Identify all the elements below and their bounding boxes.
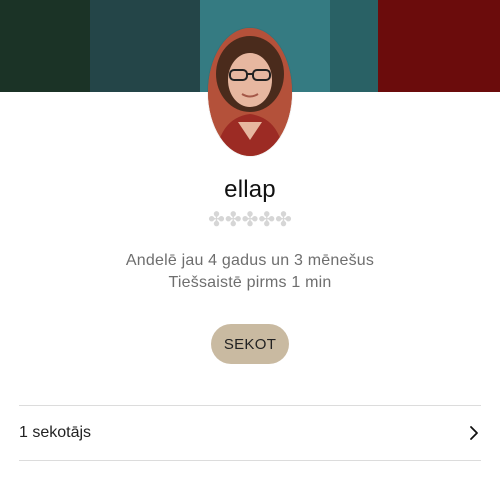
follow-button[interactable]: SEKOT bbox=[211, 324, 289, 364]
followers-row[interactable]: 1 sekotājs bbox=[19, 406, 481, 460]
divider-bottom bbox=[19, 460, 481, 461]
avatar bbox=[208, 28, 292, 156]
username: ellap bbox=[224, 176, 276, 203]
avatar-photo bbox=[208, 28, 292, 156]
last-online-text: Tiešsaistē pirms 1 min bbox=[168, 274, 332, 291]
chevron-right-icon bbox=[467, 425, 481, 441]
member-since-text: Andelē jau 4 gadus un 3 mēnešus bbox=[125, 252, 375, 269]
rating-stars: ✤✤✤✤✤ bbox=[208, 209, 292, 231]
followers-count-label: 1 sekotājs bbox=[19, 424, 92, 441]
